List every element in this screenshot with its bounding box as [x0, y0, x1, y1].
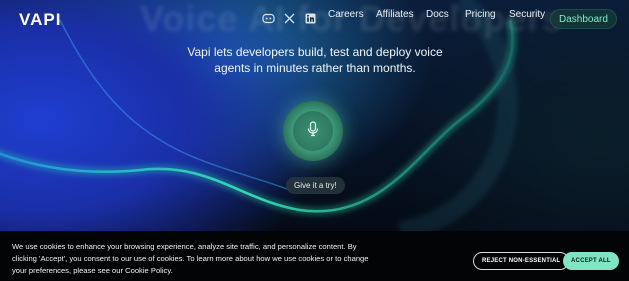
- accept-all-button[interactable]: ACCEPT ALL: [563, 252, 619, 270]
- social-icons: [262, 12, 317, 25]
- voice-demo-button[interactable]: [283, 101, 343, 161]
- hero-title: Voice AI for Developers: [140, 0, 564, 39]
- nav-careers[interactable]: Careers: [328, 9, 364, 20]
- voice-demo-inner: [293, 111, 333, 151]
- nav-pricing[interactable]: Pricing: [465, 9, 496, 20]
- microphone-icon: [307, 120, 319, 142]
- hero-tagline: Vapi lets developers build, test and dep…: [187, 45, 443, 75]
- discord-icon[interactable]: [262, 12, 275, 25]
- reject-non-essential-button[interactable]: REJECT NON-ESSENTIAL: [473, 252, 570, 270]
- nav-docs[interactable]: Docs: [426, 9, 449, 20]
- nav-security[interactable]: Security: [509, 9, 545, 20]
- nav-affiliates[interactable]: Affiliates: [376, 9, 414, 20]
- x-icon[interactable]: [283, 12, 296, 25]
- vapi-logo[interactable]: VAPI: [19, 10, 61, 30]
- give-it-a-try-button[interactable]: Give it a try!: [286, 177, 345, 194]
- dashboard-button[interactable]: Dashboard: [550, 9, 617, 29]
- cookie-message: We use cookies to enhance your browsing …: [12, 242, 369, 275]
- linkedin-icon[interactable]: [304, 12, 317, 25]
